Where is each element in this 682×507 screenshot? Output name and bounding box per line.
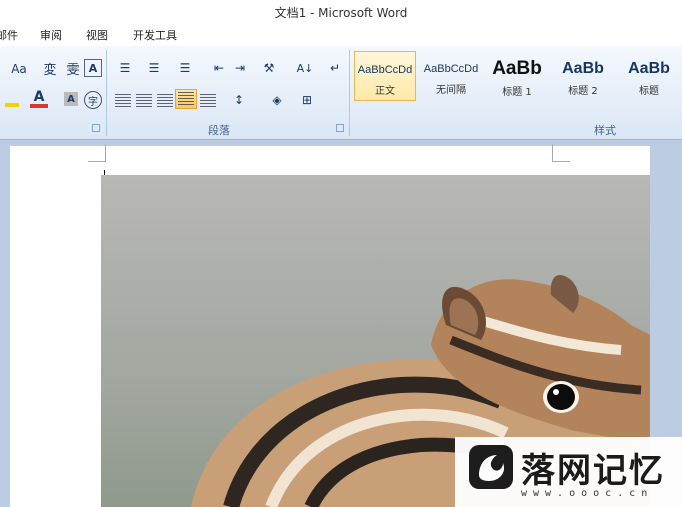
style-sample: AaBbCcDd — [423, 63, 479, 75]
justify-icon[interactable] — [175, 89, 197, 109]
tab-mailings[interactable]: 邮件 — [0, 27, 18, 43]
sort-icon[interactable]: A↓ — [296, 59, 314, 77]
align-left-icon[interactable] — [114, 92, 132, 110]
increase-indent-icon[interactable]: ⇥ — [231, 59, 249, 77]
styles-gallery: AaBbCcDd 正文 AaBbCcDd 无间隔 AaBb 标题 1 AaBb … — [354, 51, 680, 103]
change-case-button[interactable]: Aa — [6, 60, 32, 78]
borders-icon[interactable]: ⊞ — [296, 91, 318, 109]
ribbon-tabs: 邮件 审阅 视图 开发工具 — [0, 24, 682, 46]
watermark-url: www.oooc.cn — [521, 488, 654, 499]
style-sample: AaBb — [628, 60, 670, 77]
site-logo-icon — [469, 445, 513, 489]
enclose-char-icon[interactable]: 雯 — [63, 59, 83, 78]
show-marks-icon[interactable]: ↵ — [326, 59, 344, 77]
line-spacing-icon[interactable]: ↕ — [228, 91, 250, 109]
site-watermark: 落网记忆 www.oooc.cn — [455, 437, 682, 507]
style-name: 标题 2 — [568, 86, 598, 97]
multilevel-list-icon[interactable]: ☰ — [174, 59, 196, 77]
char-shading-icon[interactable]: A — [64, 92, 78, 106]
align-right-icon[interactable] — [156, 92, 174, 110]
style-title[interactable]: AaBb 标题 — [618, 51, 680, 101]
font-dialog-launcher-icon[interactable] — [92, 124, 100, 132]
highlight-icon[interactable] — [2, 92, 22, 110]
tab-developer[interactable]: 开发工具 — [133, 27, 177, 43]
font-color-icon[interactable]: A — [30, 89, 48, 108]
group-separator — [349, 50, 350, 136]
style-no-spacing[interactable]: AaBbCcDd 无间隔 — [420, 51, 482, 101]
style-name: 标题 1 — [502, 87, 532, 98]
tab-view[interactable]: 视图 — [86, 27, 108, 43]
style-name: 无间隔 — [436, 85, 466, 96]
style-name: 正文 — [375, 86, 395, 97]
numbering-icon[interactable]: ☰ — [143, 59, 165, 77]
style-sample: AaBb — [492, 58, 542, 79]
style-name: 标题 — [639, 86, 659, 97]
decrease-indent-icon[interactable]: ⇤ — [210, 59, 228, 77]
style-heading-1[interactable]: AaBb 标题 1 — [486, 51, 548, 101]
margin-corner-mark — [552, 144, 570, 162]
enclosed-char-icon[interactable]: 字 — [84, 91, 102, 109]
distributed-icon[interactable] — [199, 92, 217, 110]
align-center-icon[interactable] — [135, 92, 153, 110]
shading-icon[interactable]: ◈ — [266, 91, 288, 109]
paragraph-group-label: 段落 — [208, 124, 230, 137]
style-heading-2[interactable]: AaBb 标题 2 — [552, 51, 614, 101]
style-normal[interactable]: AaBbCcDd 正文 — [354, 51, 416, 101]
window-title: 文档1 - Microsoft Word — [274, 6, 408, 20]
style-sample: AaBb — [562, 60, 604, 77]
bullets-icon[interactable]: ☰ — [114, 59, 136, 77]
char-border-icon[interactable]: A — [84, 59, 102, 77]
paragraph-dialog-launcher-icon[interactable] — [336, 124, 344, 132]
change-case-label: Aa — [11, 62, 27, 76]
margin-corner-mark — [88, 144, 106, 162]
title-bar: 文档1 - Microsoft Word — [0, 0, 682, 24]
chinese-layout-icon[interactable]: ⚒ — [258, 59, 280, 77]
styles-group-label: 样式 — [594, 124, 616, 137]
watermark-text: 落网记忆 — [521, 451, 665, 491]
tab-review[interactable]: 审阅 — [40, 27, 62, 43]
phonetic-guide-icon[interactable]: 変 — [40, 59, 60, 78]
style-sample: AaBbCcDd — [357, 64, 413, 76]
group-separator — [106, 50, 107, 136]
